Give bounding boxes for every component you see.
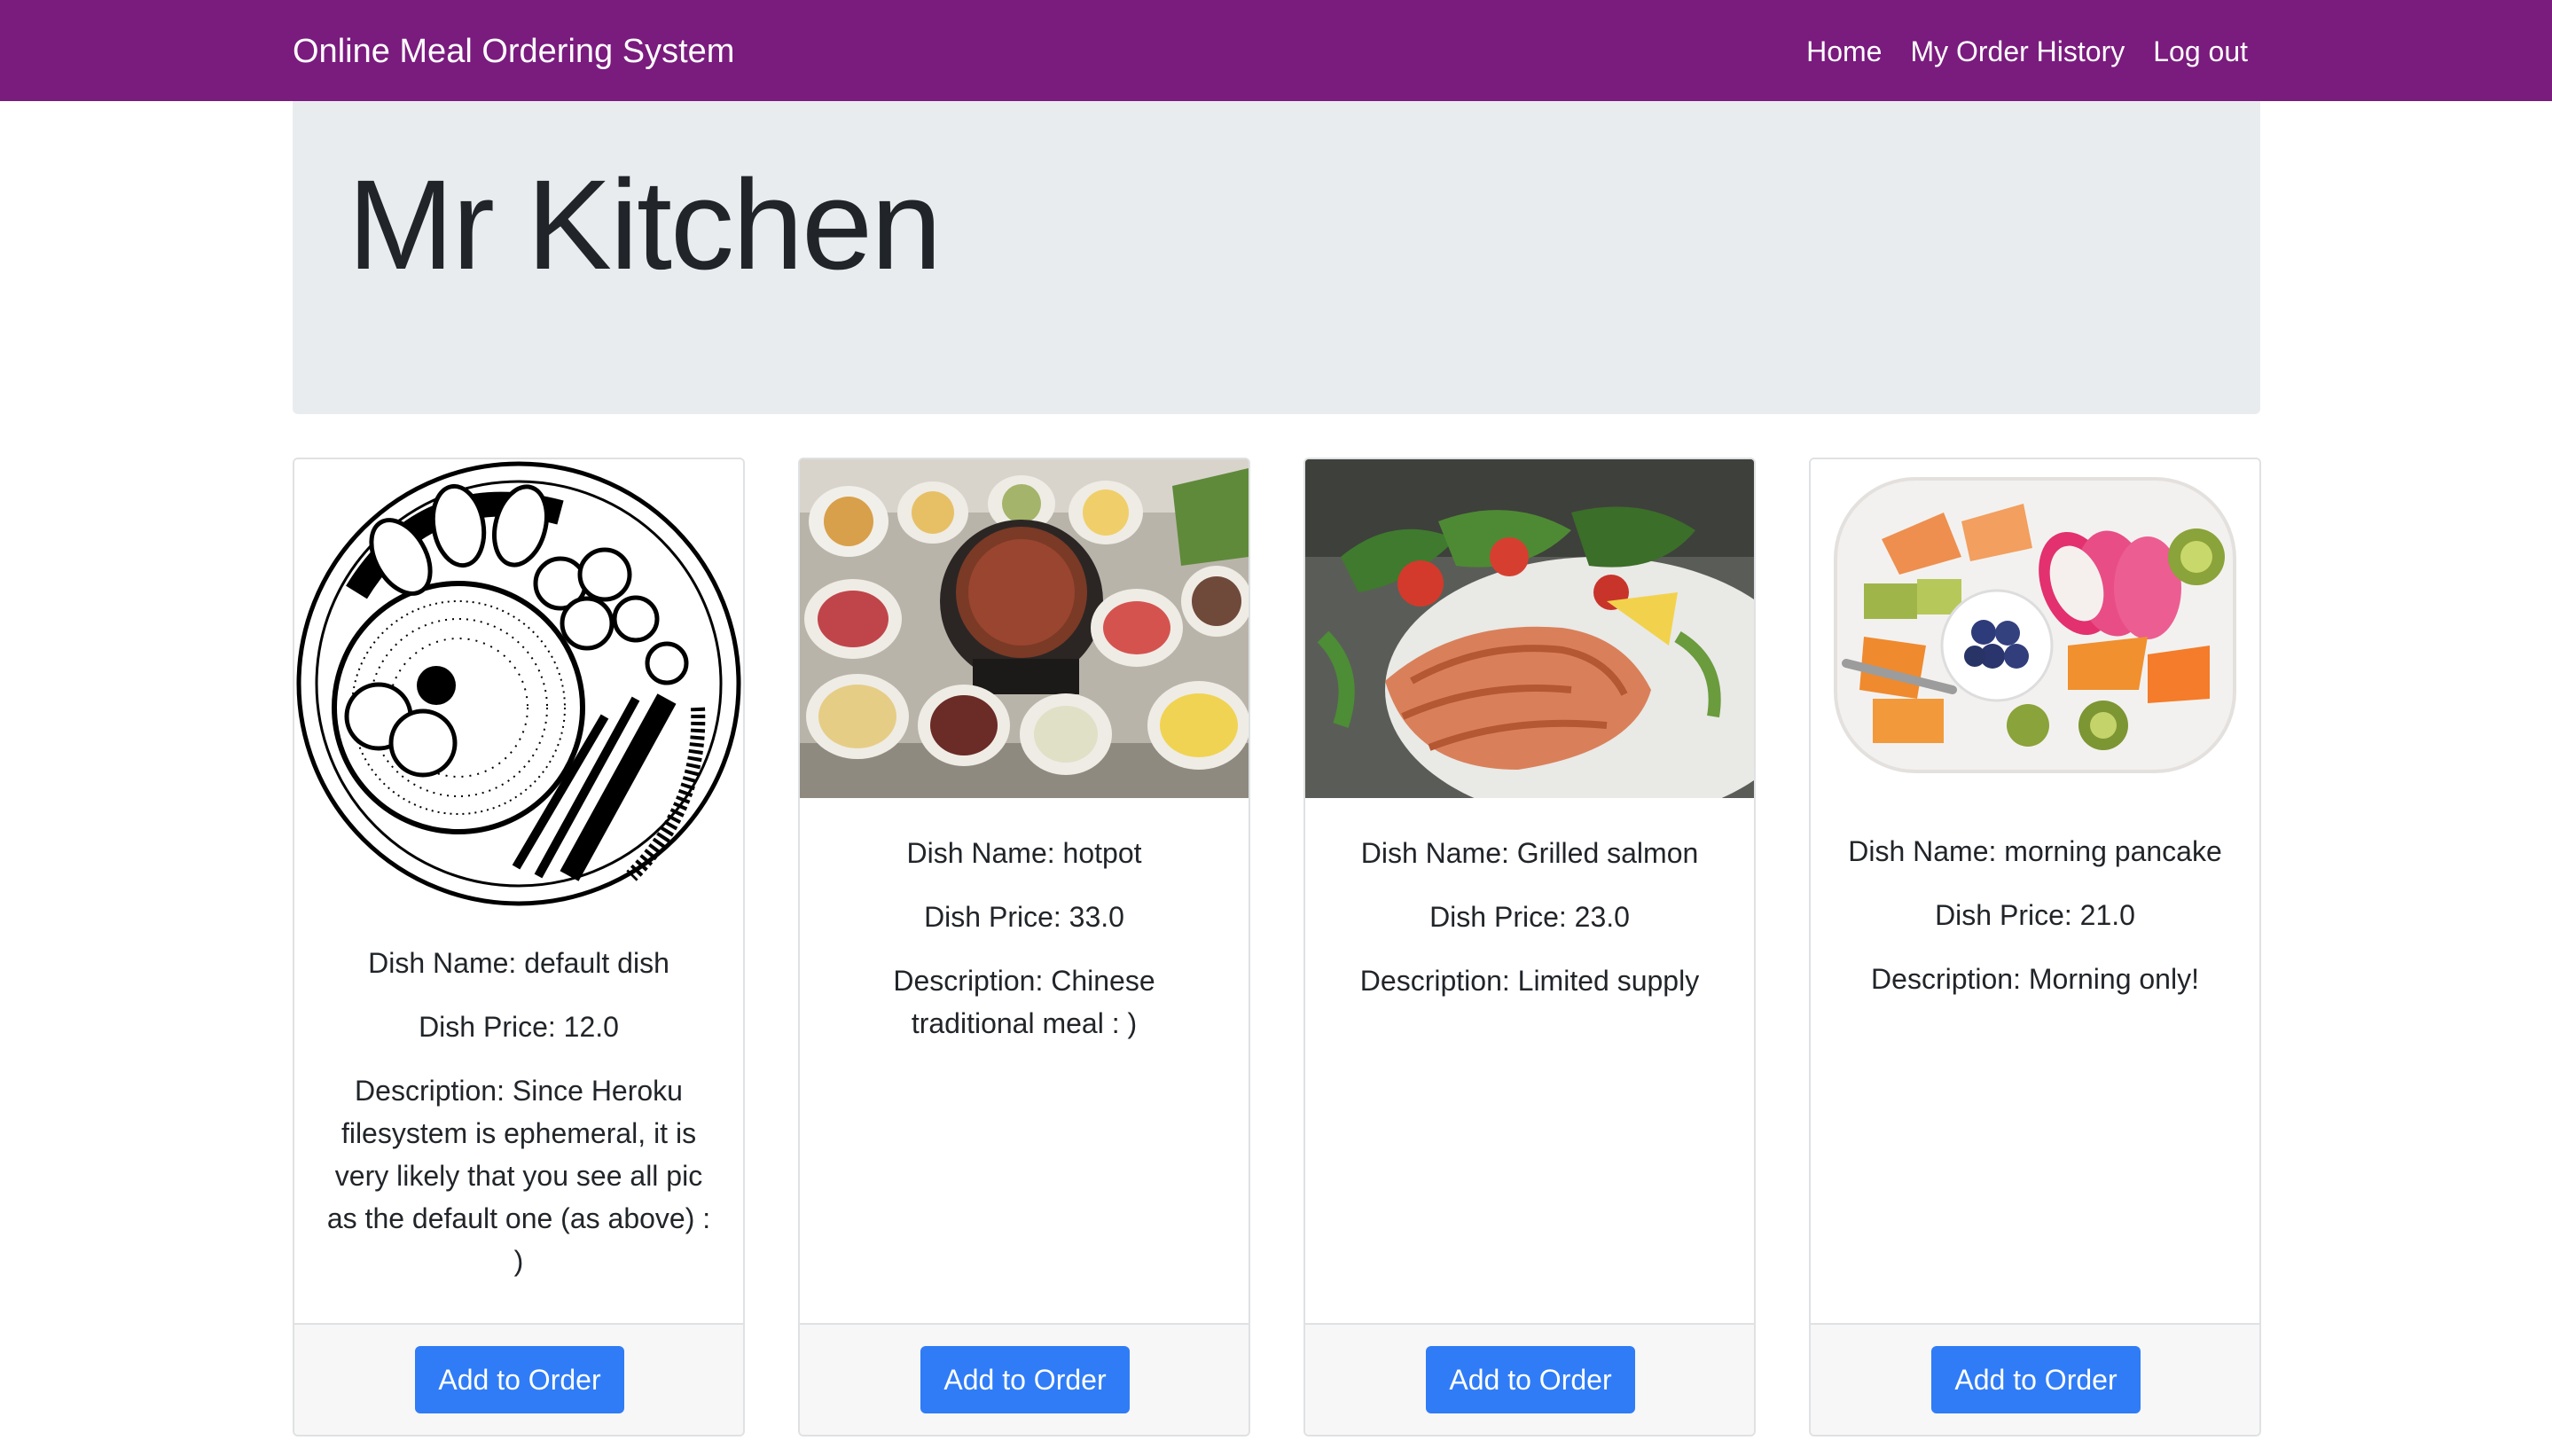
- dish-description: Description: Limited supply: [1359, 965, 1700, 997]
- page-title: Mr Kitchen: [348, 153, 942, 296]
- brand-link[interactable]: Online Meal Ordering System: [293, 27, 734, 76]
- card-body: Dish Name: morning pancake Dish Price: 2…: [1811, 830, 2259, 1022]
- card-body: Dish Name: hotpot Dish Price: 33.0 Descr…: [800, 832, 1249, 1066]
- dish-name: Dish Name: morning pancake: [1848, 835, 2222, 867]
- nav-home-link[interactable]: Home: [1806, 27, 1882, 76]
- navbar: Online Meal Ordering System Home My Orde…: [0, 0, 2552, 101]
- dish-card: Dish Name: default dish Dish Price: 12.0…: [293, 458, 745, 1436]
- add-to-order-button[interactable]: Add to Order: [415, 1346, 624, 1413]
- add-to-order-button[interactable]: Add to Order: [920, 1346, 1130, 1413]
- card-body: Dish Name: Grilled salmon Dish Price: 23…: [1305, 832, 1754, 1023]
- dish-description: Description: Morning only!: [1871, 963, 2199, 995]
- dish-name: Dish Name: hotpot: [906, 837, 1142, 869]
- add-to-order-button[interactable]: Add to Order: [1931, 1346, 2141, 1413]
- dish-price: Dish Price: 33.0: [924, 901, 1124, 933]
- card-footer: Add to Order: [800, 1323, 1249, 1435]
- dish-image: [800, 459, 1249, 798]
- dish-image: [1305, 459, 1754, 798]
- dish-card: Dish Name: morning pancake Dish Price: 2…: [1809, 458, 2261, 1436]
- nav-logout-link[interactable]: Log out: [2153, 27, 2248, 76]
- card-footer: Add to Order: [1811, 1323, 2259, 1435]
- nav-order-history-link[interactable]: My Order History: [1910, 27, 2125, 76]
- card-body: Dish Name: default dish Dish Price: 12.0…: [294, 942, 743, 1303]
- nav-links: Home My Order History Log out: [1778, 27, 2248, 76]
- dish-card: Dish Name: Grilled salmon Dish Price: 23…: [1303, 458, 1756, 1436]
- dish-image: [294, 459, 743, 908]
- add-to-order-button[interactable]: Add to Order: [1426, 1346, 1635, 1413]
- dish-price: Dish Price: 23.0: [1429, 901, 1630, 933]
- dish-name: Dish Name: default dish: [368, 947, 669, 979]
- dish-image: [1811, 459, 2259, 796]
- dish-description: Description: Since Heroku filesystem is …: [326, 1075, 711, 1277]
- dish-card: Dish Name: hotpot Dish Price: 33.0 Descr…: [798, 458, 1250, 1436]
- dish-price: Dish Price: 12.0: [419, 1011, 619, 1043]
- card-footer: Add to Order: [294, 1323, 743, 1435]
- dish-description: Description: Chinese traditional meal : …: [893, 965, 1155, 1039]
- dish-name: Dish Name: Grilled salmon: [1360, 837, 1699, 869]
- card-footer: Add to Order: [1305, 1323, 1754, 1435]
- jumbotron: Mr Kitchen: [293, 101, 2260, 414]
- dish-price: Dish Price: 21.0: [1935, 899, 2135, 931]
